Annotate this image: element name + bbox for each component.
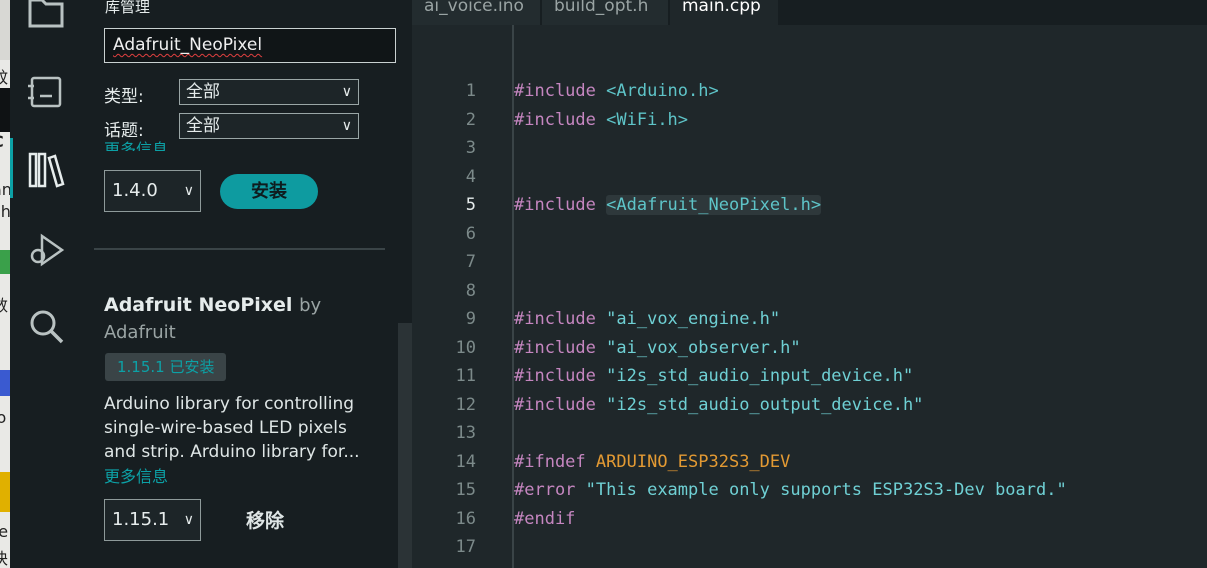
library-by: by [299, 295, 322, 316]
code-argument: "ai_vox_observer.h" [606, 338, 801, 358]
code-line: #endif [514, 509, 575, 529]
code-keyword: #include [514, 110, 596, 130]
installed-badge: 1.15.1 已安装 [105, 353, 227, 381]
desktop-text: 块 [0, 549, 9, 568]
code-line: #ifndef ARDUINO_ESP32S3_DEV [514, 452, 790, 472]
topic-select-value: 全部 [186, 116, 220, 136]
code-line: #error "This example only supports ESP32… [514, 480, 1067, 500]
search-icon[interactable] [26, 306, 66, 346]
line-number: 9 [465, 309, 476, 329]
code-keyword: #include [514, 366, 596, 386]
search-input[interactable]: Adafruit_NeoPixel [104, 28, 396, 63]
code-line: #include <Adafruit_NeoPixel.h> [514, 195, 822, 215]
desktop-text: re [0, 522, 9, 541]
version-select-value: 1.15.1 [112, 509, 170, 530]
version-select-value: 1.4.0 [112, 180, 158, 201]
code-keyword: #include [514, 195, 596, 215]
code-line: #include "ai_vox_observer.h" [514, 338, 801, 358]
code-keyword: #error [514, 480, 576, 500]
type-select[interactable]: 全部 ∨ [179, 79, 359, 105]
install-button[interactable]: 安装 [220, 174, 318, 209]
line-number: 3 [465, 138, 476, 158]
debug-icon[interactable] [26, 230, 66, 270]
chevron-down-icon: ∨ [341, 84, 352, 100]
line-number: 17 [455, 537, 476, 557]
line-number: 12 [455, 395, 476, 415]
type-label: 类型: [104, 87, 144, 107]
code-line: #include "i2s_std_audio_output_device.h" [514, 395, 923, 415]
code-argument: "ai_vox_engine.h" [606, 309, 781, 329]
code-keyword: #include [514, 81, 596, 101]
version-select[interactable]: 1.15.1 ∨ [104, 499, 201, 541]
desktop-text: 数 [0, 296, 9, 315]
more-info-link[interactable]: 更多信息 [104, 463, 168, 487]
code-argument: "i2s_std_audio_output_device.h" [606, 395, 924, 415]
line-number: 1 [465, 81, 476, 101]
line-number: 2 [465, 110, 476, 130]
chevron-down-icon: ∨ [183, 183, 194, 199]
code-line: #include <WiFi.h> [514, 110, 688, 130]
library-manager-panel: 库管理 Adafruit_NeoPixel 类型: 全部 ∨ 话题: 全部 ∨ … [81, 0, 412, 568]
line-number: 4 [465, 167, 476, 187]
code-line: #include "i2s_std_audio_input_device.h" [514, 366, 913, 386]
library-item-title: Adafruit NeoPixel by [104, 294, 321, 316]
code-keyword: #include [514, 338, 596, 358]
code-argument: <WiFi.h> [606, 110, 689, 130]
search-value: Adafruit_NeoPixel [113, 35, 263, 55]
line-number: 6 [465, 224, 476, 244]
line-number: 8 [465, 281, 476, 301]
library-description: Arduino library for controlling single-w… [104, 394, 360, 462]
more-info-link[interactable]: 更多信息 [104, 137, 168, 151]
desktop-text: lo [0, 408, 7, 427]
active-indicator [10, 138, 13, 198]
code-argument: <Arduino.h> [606, 81, 719, 101]
panel-scrollbar[interactable] [398, 323, 412, 568]
tab-bar: ai_voice.ino build_opt.h main.cpp [412, 0, 1207, 25]
tab-ai-voice[interactable]: ai_voice.ino [412, 0, 540, 25]
line-number: 14 [455, 452, 476, 472]
version-select[interactable]: 1.4.0 ∨ [104, 170, 201, 212]
code-editor: ai_voice.ino build_opt.h main.cpp 1 #incl… [412, 0, 1207, 568]
code-keyword: #include [514, 395, 596, 415]
code-line: #include <Arduino.h> [514, 81, 719, 101]
line-number: 15 [455, 480, 476, 500]
tab-main-cpp[interactable]: main.cpp [670, 0, 778, 25]
code-argument: "This example only supports ESP32S3-Dev … [585, 480, 1067, 500]
divider [94, 248, 385, 250]
board-icon[interactable] [26, 72, 66, 112]
chevron-down-icon: ∨ [341, 118, 352, 134]
folder-icon[interactable] [26, 0, 66, 32]
remove-button[interactable]: 移除 [246, 506, 284, 533]
library-icon[interactable] [26, 150, 66, 190]
line-number: 7 [465, 252, 476, 272]
code-keyword: #endif [514, 509, 576, 529]
line-number: 16 [455, 509, 476, 529]
line-number: 5 [465, 195, 476, 215]
library-name: Adafruit NeoPixel [104, 294, 293, 316]
code-keyword: #ifndef [514, 452, 586, 472]
chevron-down-icon: ∨ [183, 512, 194, 528]
tab-build-opt[interactable]: build_opt.h [542, 0, 668, 25]
code-keyword: #include [514, 309, 596, 329]
activity-bar [10, 0, 81, 568]
line-number: 13 [455, 423, 476, 443]
code-argument: <Adafruit_NeoPixel.h> [606, 195, 822, 215]
library-author: Adafruit [104, 322, 176, 343]
code-argument: "i2s_std_audio_input_device.h" [606, 366, 914, 386]
desktop-text: C [0, 132, 4, 151]
code-argument: ARDUINO_ESP32S3_DEV [595, 452, 791, 472]
line-number: 11 [455, 366, 476, 386]
desktop-text: an [0, 180, 10, 199]
desktop-strip: 蚊 C an ch 数 lo re 块 [0, 0, 10, 568]
type-select-value: 全部 [186, 82, 220, 102]
panel-title: 库管理 [105, 0, 151, 16]
line-number: 10 [455, 338, 476, 358]
code-line: #include "ai_vox_engine.h" [514, 309, 780, 329]
desktop-text: ch [0, 202, 10, 221]
topic-select[interactable]: 全部 ∨ [179, 113, 359, 139]
desktop-text: 蚊 [0, 68, 9, 87]
